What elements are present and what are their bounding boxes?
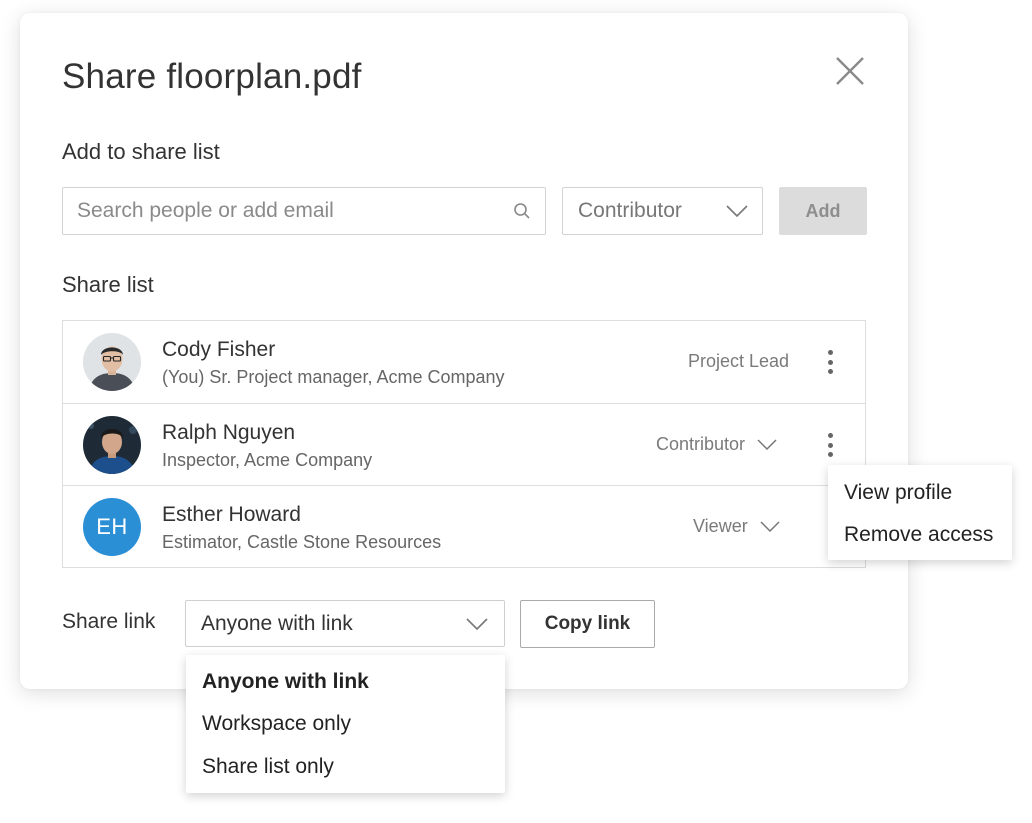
more-options-icon[interactable] [820,432,840,458]
chevron-down-icon [726,205,748,217]
person-name: Esther Howard [162,503,301,526]
chevron-down-icon [466,617,488,630]
person-description: Estimator, Castle Stone Resources [162,532,442,552]
share-link-select-value: Anyone with link [201,611,353,635]
dialog-title: Share floorplan.pdf [62,57,362,96]
menu-item-remove-access[interactable]: Remove access [844,523,993,547]
copy-link-button[interactable]: Copy link [520,600,655,648]
chevron-down-icon [760,521,780,532]
person-context-menu: View profile Remove access [828,465,1012,560]
share-list: Cody Fisher (You) Sr. Project manager, A… [62,320,866,568]
person-name: Cody Fisher [162,338,276,361]
share-list-row: EH Esther Howard Estimator, Castle Stone… [63,485,865,567]
search-input[interactable] [77,199,507,223]
close-icon[interactable] [832,53,868,89]
role-select[interactable]: Contributor [562,187,763,235]
menu-item-view-profile[interactable]: View profile [844,481,952,505]
option-share-list-only[interactable]: Share list only [202,755,334,779]
chevron-down-icon [757,439,777,450]
share-link-options-menu: Anyone with link Workspace only Share li… [186,655,505,793]
role-label-text: Project Lead [688,351,790,371]
role-select-value: Contributor [578,199,682,222]
share-list-heading: Share list [62,272,154,297]
more-options-icon[interactable] [820,349,840,375]
option-anyone-with-link[interactable]: Anyone with link [202,670,369,694]
role-dropdown[interactable]: Contributor [656,434,777,455]
avatar [83,333,141,391]
share-dialog: Share floorplan.pdf Add to share list Co… [20,13,908,689]
role-label-text: Viewer [693,516,748,536]
person-name: Ralph Nguyen [162,421,296,444]
share-link-select[interactable]: Anyone with link [185,600,505,647]
avatar [83,416,141,474]
person-description: Inspector, Acme Company [162,450,373,470]
option-workspace-only[interactable]: Workspace only [202,712,351,736]
share-list-row: Cody Fisher (You) Sr. Project manager, A… [63,321,865,403]
search-icon [514,203,530,219]
avatar: EH [83,498,141,556]
role-label-text: Contributor [656,434,746,454]
share-link-label: Share link [62,610,156,633]
role-dropdown[interactable]: Viewer [693,516,780,537]
add-section-heading: Add to share list [62,139,220,164]
person-description: (You) Sr. Project manager, Acme Company [162,367,505,387]
share-list-row: Ralph Nguyen Inspector, Acme Company Con… [63,403,865,485]
role-label: Project Lead [688,351,789,372]
add-button[interactable]: Add [779,187,867,235]
search-field[interactable] [62,187,546,235]
